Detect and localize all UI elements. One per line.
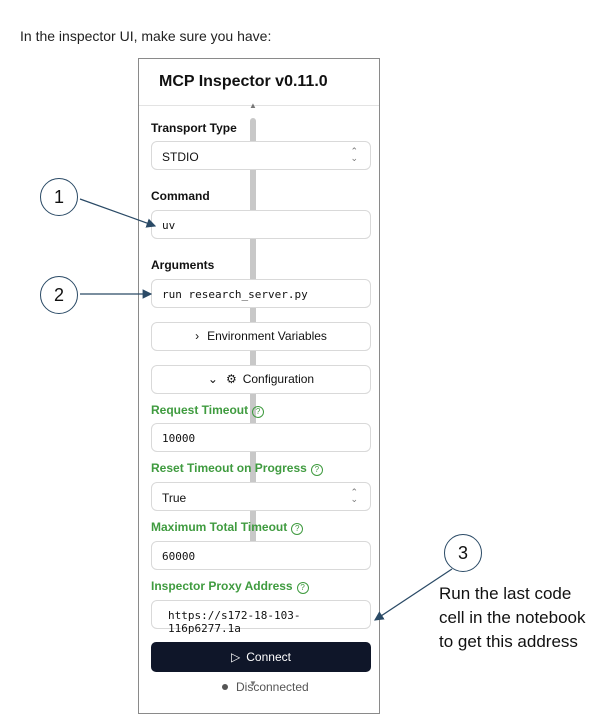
callout-note: Run the last code cell in the notebook t… — [439, 584, 586, 651]
arrow-1 — [79, 198, 157, 228]
callout-2-badge: 2 — [40, 276, 78, 314]
callout-3-badge: 3 — [444, 534, 482, 572]
callout-1-badge: 1 — [40, 178, 78, 216]
